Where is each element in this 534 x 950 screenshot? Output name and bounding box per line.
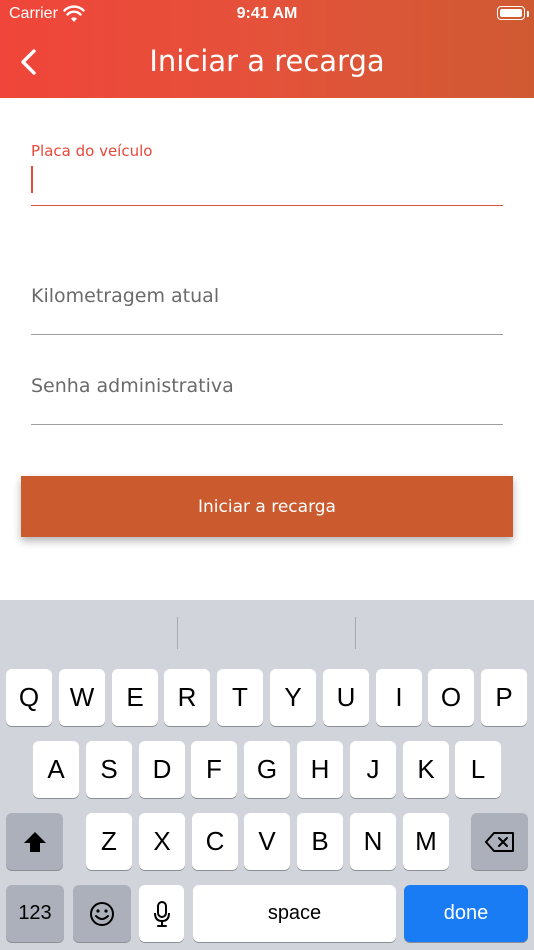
battery-tip [527, 11, 529, 17]
backspace-key[interactable] [471, 813, 528, 870]
backspace-icon [484, 832, 514, 852]
key-p[interactable]: P [481, 669, 527, 726]
microphone-key[interactable] [139, 885, 184, 942]
key-v[interactable]: V [244, 813, 290, 870]
key-h[interactable]: H [297, 741, 343, 798]
key-c[interactable]: C [192, 813, 238, 870]
key-n[interactable]: N [350, 813, 396, 870]
km-underline [31, 334, 503, 335]
password-field[interactable]: Senha administrativa [31, 373, 503, 428]
suggestion-divider [177, 617, 178, 649]
password-underline [31, 424, 503, 425]
km-field[interactable]: Kilometragem atual [31, 283, 503, 338]
key-q[interactable]: Q [6, 669, 52, 726]
key-i[interactable]: I [376, 669, 422, 726]
key-u[interactable]: U [323, 669, 369, 726]
key-l[interactable]: L [455, 741, 501, 798]
key-f[interactable]: F [191, 741, 237, 798]
start-recharge-button[interactable]: Iniciar a recarga [21, 476, 513, 537]
key-k[interactable]: K [403, 741, 449, 798]
key-j[interactable]: J [350, 741, 396, 798]
plate-field[interactable]: Placa do veículo [31, 0, 503, 210]
microphone-icon [153, 901, 170, 927]
key-b[interactable]: B [297, 813, 343, 870]
shift-key[interactable] [6, 813, 63, 870]
key-e[interactable]: E [112, 669, 158, 726]
plate-label: Placa do veículo [31, 142, 153, 160]
numbers-key[interactable]: 123 [6, 885, 64, 942]
done-key[interactable]: done [404, 885, 528, 942]
key-s[interactable]: S [86, 741, 132, 798]
emoji-icon [90, 902, 114, 926]
key-a[interactable]: A [33, 741, 79, 798]
space-key[interactable]: space [193, 885, 396, 942]
suggestion-divider [355, 617, 356, 649]
key-z[interactable]: Z [86, 813, 132, 870]
key-r[interactable]: R [164, 669, 210, 726]
text-caret [31, 166, 33, 193]
password-placeholder: Senha administrativa [31, 375, 234, 397]
shift-icon [23, 832, 46, 852]
key-w[interactable]: W [59, 669, 105, 726]
key-d[interactable]: D [139, 741, 185, 798]
key-x[interactable]: X [139, 813, 185, 870]
emoji-key[interactable] [73, 885, 131, 942]
key-m[interactable]: M [403, 813, 449, 870]
key-y[interactable]: Y [270, 669, 316, 726]
km-placeholder: Kilometragem atual [31, 285, 220, 307]
key-o[interactable]: O [428, 669, 474, 726]
plate-underline [31, 205, 503, 206]
key-t[interactable]: T [217, 669, 263, 726]
key-g[interactable]: G [244, 741, 290, 798]
